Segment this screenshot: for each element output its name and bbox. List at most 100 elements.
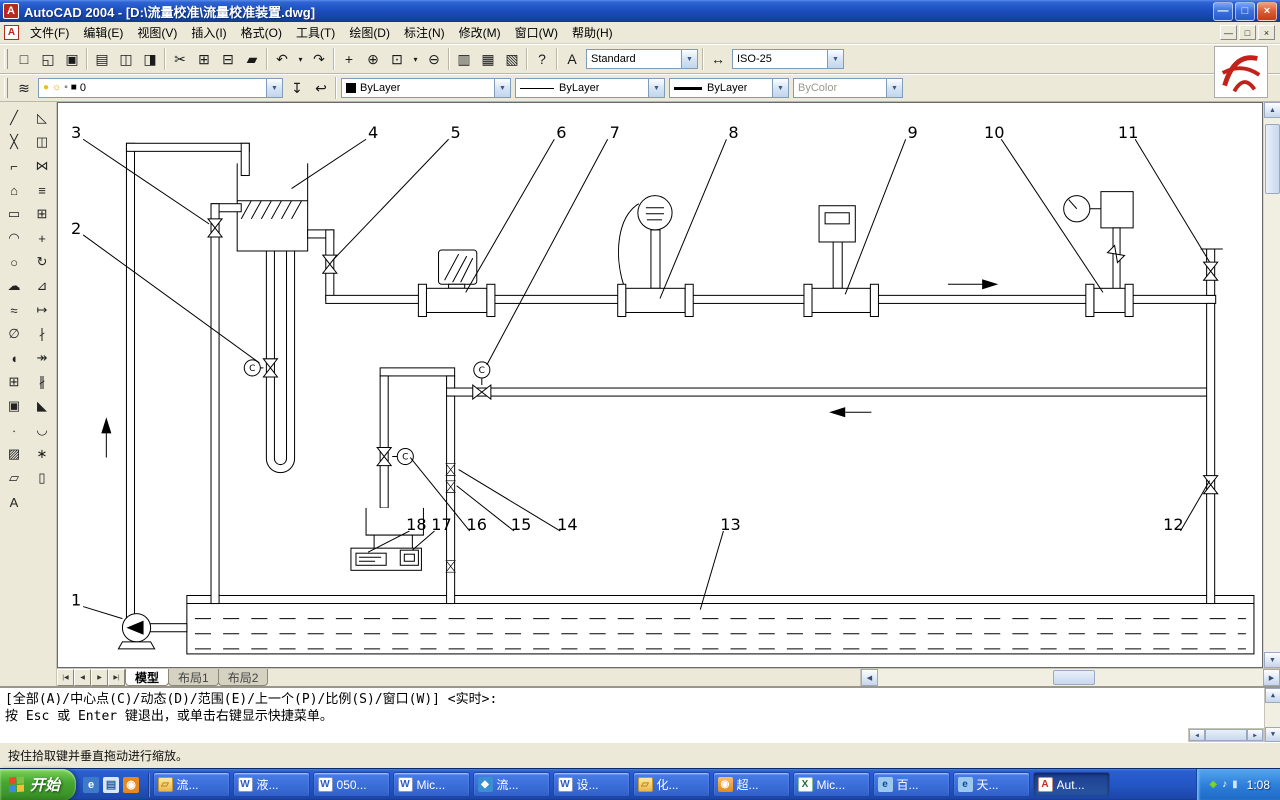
maximize-button[interactable]: □: [1235, 2, 1255, 21]
rectangle-tool[interactable]: ▭: [2, 202, 27, 226]
explode-tool[interactable]: ∗: [30, 442, 55, 466]
mdi-minimize-button[interactable]: —: [1220, 25, 1237, 40]
toolbar-grip[interactable]: [4, 49, 8, 69]
taskbar-button-流...[interactable]: ▱流...: [153, 772, 230, 797]
linetype-combo[interactable]: ByLayer ▼: [515, 78, 665, 98]
construction-line-tool[interactable]: ╳: [2, 130, 27, 154]
dropdown-arrow-icon[interactable]: ▼: [648, 79, 664, 97]
scroll-down-icon[interactable]: ▼: [1265, 727, 1280, 742]
media-player-icon[interactable]: ◉: [123, 777, 139, 793]
zoom-previous-button[interactable]: ⊖: [422, 47, 446, 71]
make-block-tool[interactable]: ▣: [2, 394, 27, 418]
point-tool[interactable]: ∙: [2, 418, 27, 442]
plot-button[interactable]: ▤: [90, 47, 114, 71]
copy-object-tool[interactable]: ◫: [30, 130, 55, 154]
extend-tool[interactable]: ↠: [30, 346, 55, 370]
taskbar-button-Aut...[interactable]: AAut...: [1033, 772, 1110, 797]
previous-tab-button[interactable]: ◀: [74, 669, 91, 686]
spline-tool[interactable]: ≈: [2, 298, 27, 322]
designcenter-button[interactable]: ▦: [476, 47, 500, 71]
tab-布局2[interactable]: 布局2: [218, 669, 269, 686]
lineweight-combo[interactable]: ByLayer ▼: [669, 78, 789, 98]
scroll-right-icon[interactable]: ▶: [1263, 669, 1280, 686]
erase-tool[interactable]: ◺: [30, 106, 55, 130]
command-line[interactable]: [全部(A)/中心点(C)/动态(D)/范围(E)/上一个(P)/比例(S)/窗…: [0, 686, 1280, 742]
mdi-close-button[interactable]: ×: [1258, 25, 1275, 40]
undo-list-button[interactable]: ▾: [294, 47, 307, 71]
redo-button[interactable]: ↷: [307, 47, 331, 71]
taskbar-button-流...[interactable]: ◆流...: [473, 772, 550, 797]
taskbar-button-百...[interactable]: e百...: [873, 772, 950, 797]
vertical-scroll-thumb[interactable]: [1265, 124, 1280, 194]
trim-tool[interactable]: ∤: [30, 322, 55, 346]
scroll-left-icon[interactable]: ◀: [861, 669, 878, 686]
publish-button[interactable]: ◨: [138, 47, 162, 71]
menu-item-视图(V)[interactable]: 视图(V): [130, 21, 184, 44]
break-tool[interactable]: ∦: [30, 370, 55, 394]
dropdown-arrow-icon[interactable]: ▼: [266, 79, 282, 97]
close-button[interactable]: ×: [1257, 2, 1277, 21]
hatch-tool[interactable]: ▨: [2, 442, 27, 466]
match-properties-button[interactable]: ▰: [240, 47, 264, 71]
text-style-combo[interactable]: Standard ▼: [586, 49, 698, 69]
tab-模型[interactable]: 模型: [125, 669, 169, 686]
polyline-tool[interactable]: ⌐: [2, 154, 27, 178]
horizontal-scroll-thumb[interactable]: [1053, 670, 1095, 685]
arc-tool[interactable]: ◠: [2, 226, 27, 250]
menu-item-插入(I)[interactable]: 插入(I): [184, 21, 233, 44]
ellipse-tool[interactable]: ∅: [2, 322, 27, 346]
menu-item-标注(N)[interactable]: 标注(N): [397, 21, 452, 44]
taskbar-button-设...[interactable]: W设...: [553, 772, 630, 797]
taskbar-button-Mic...[interactable]: WMic...: [393, 772, 470, 797]
chamfer-tool[interactable]: ◣: [30, 394, 55, 418]
tool-palettes-button[interactable]: ▧: [500, 47, 524, 71]
menu-item-帮助(H)[interactable]: 帮助(H): [565, 21, 620, 44]
stretch-tool[interactable]: ↦: [30, 298, 55, 322]
taskbar-button-液...[interactable]: W液...: [233, 772, 310, 797]
minimize-button[interactable]: —: [1213, 2, 1233, 21]
layer-previous-button[interactable]: ↩: [309, 76, 333, 100]
open-button[interactable]: ◱: [36, 47, 60, 71]
next-tab-button[interactable]: ▶: [91, 669, 108, 686]
make-object-layer-current-button[interactable]: ↧: [285, 76, 309, 100]
properties-tool-tool[interactable]: ▯: [30, 466, 55, 490]
save-button[interactable]: ▣: [60, 47, 84, 71]
scroll-left-icon[interactable]: ◀: [1189, 729, 1205, 741]
move-tool[interactable]: +: [30, 226, 55, 250]
horizontal-scroll-thumb[interactable]: [1205, 729, 1247, 741]
scroll-right-icon[interactable]: ▶: [1247, 729, 1263, 741]
menu-item-编辑(E)[interactable]: 编辑(E): [76, 21, 130, 44]
revision-cloud-tool[interactable]: ☁: [2, 274, 27, 298]
show-desktop-icon[interactable]: ▤: [103, 777, 119, 793]
text-style-icon[interactable]: A: [560, 47, 584, 71]
fillet-tool[interactable]: ◡: [30, 418, 55, 442]
dim-style-icon[interactable]: ↔: [706, 47, 730, 71]
taskbar-button-天...[interactable]: e天...: [953, 772, 1030, 797]
zoom-window-button[interactable]: ⊡: [385, 47, 409, 71]
antivirus-icon[interactable]: ◆: [1209, 780, 1217, 790]
mdi-maximize-button[interactable]: □: [1239, 25, 1256, 40]
mirror-tool[interactable]: ⋈: [30, 154, 55, 178]
cut-button[interactable]: ✂: [168, 47, 192, 71]
new-button[interactable]: □: [12, 47, 36, 71]
dim-style-combo[interactable]: ISO-25 ▼: [732, 49, 844, 69]
network-icon[interactable]: ▮: [1232, 780, 1238, 790]
scroll-down-icon[interactable]: ▼: [1264, 652, 1280, 668]
dropdown-arrow-icon[interactable]: ▼: [494, 79, 510, 97]
start-button[interactable]: 开始: [0, 769, 76, 800]
menu-item-文件(F)[interactable]: 文件(F): [23, 21, 76, 44]
dropdown-arrow-icon[interactable]: ▼: [827, 50, 843, 68]
multiline-text-tool[interactable]: A: [2, 490, 27, 514]
menu-item-工具(T)[interactable]: 工具(T): [289, 21, 342, 44]
insert-block-tool[interactable]: ⊞: [2, 370, 27, 394]
last-tab-button[interactable]: ▶|: [108, 669, 125, 686]
undo-button[interactable]: ↶: [270, 47, 294, 71]
dropdown-arrow-icon[interactable]: ▼: [681, 50, 697, 68]
polygon-tool[interactable]: ⌂: [2, 178, 27, 202]
circle-tool[interactable]: ○: [2, 250, 27, 274]
scroll-up-icon[interactable]: ▲: [1265, 688, 1280, 703]
line-tool[interactable]: ╱: [2, 106, 27, 130]
menu-item-格式(O)[interactable]: 格式(O): [234, 21, 289, 44]
taskbar-button-超...[interactable]: ◉超...: [713, 772, 790, 797]
menu-item-窗口(W)[interactable]: 窗口(W): [508, 21, 565, 44]
